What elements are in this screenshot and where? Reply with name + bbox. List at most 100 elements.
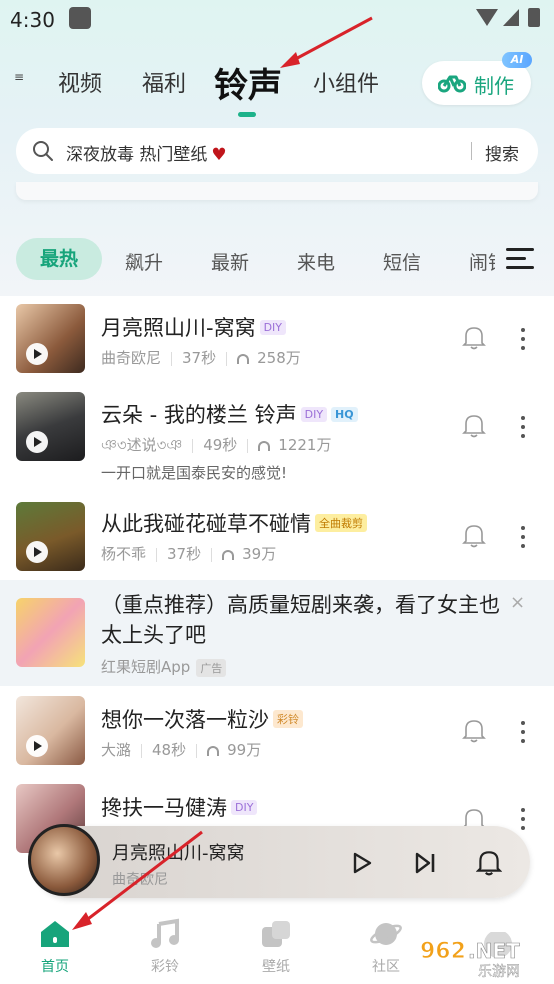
nav-color-ring[interactable]: 彩铃: [110, 906, 220, 984]
category-alarm[interactable]: 闹钟: [469, 248, 495, 275]
search-placeholder: 深夜放毒 热门壁纸: [66, 145, 208, 165]
category-call[interactable]: 来电: [297, 248, 335, 275]
player-cover[interactable]: [28, 824, 100, 896]
song-title: 月亮照山川-窝窝 DIY: [101, 312, 287, 342]
play-icon[interactable]: [26, 541, 48, 563]
ad-image: [16, 598, 85, 667]
song-duration: 37秒: [167, 545, 202, 563]
song-artist: 曲奇欧尼: [101, 349, 162, 367]
close-icon[interactable]: ×: [510, 592, 525, 613]
play-icon[interactable]: [26, 431, 48, 453]
song-title: 从此我碰花碰草不碰情 全曲裁剪: [101, 508, 367, 538]
more-icon[interactable]: [520, 808, 526, 832]
make-button-label: 制作: [474, 74, 514, 98]
play-icon[interactable]: [26, 735, 48, 757]
diy-tag: DIY: [300, 406, 328, 422]
more-icon[interactable]: [520, 416, 526, 440]
nav-home-label: 首页: [41, 959, 69, 975]
nav-wallpaper-label: 壁纸: [262, 959, 290, 975]
list-item[interactable]: 搀扶一马健涛 DIY: [0, 778, 554, 853]
watermark-logo: 962 .NET 乐游网: [420, 930, 520, 980]
song-description: 一开口就是国泰民安的感觉!: [101, 464, 288, 482]
bell-icon[interactable]: [462, 522, 486, 548]
list-item[interactable]: 想你一次落一粒沙 彩铃 大潞 48秒 99万: [0, 686, 554, 778]
wifi-icon: [476, 9, 498, 26]
next-track-icon[interactable]: [414, 852, 436, 874]
drawer-menu-icon[interactable]: ≡: [14, 71, 24, 83]
song-cover: [16, 392, 85, 461]
svg-text:.NET: .NET: [468, 939, 520, 963]
song-artist: 大潞: [101, 741, 132, 759]
song-artist: ঞ৩述说৩ঞ: [101, 436, 183, 454]
song-meta: 大潞 48秒 99万: [101, 739, 261, 760]
song-title-text: 想你一次落一粒沙: [101, 708, 269, 732]
more-icon[interactable]: [520, 721, 526, 745]
song-plays: 1221万: [278, 436, 332, 454]
play-icon[interactable]: [352, 852, 372, 874]
song-title-text: 从此我碰花碰草不碰情: [101, 512, 311, 536]
category-sms[interactable]: 短信: [383, 248, 421, 275]
more-icon[interactable]: [520, 328, 526, 352]
bike-icon: [438, 75, 466, 93]
site-watermark: 962 .NET 乐游网: [412, 930, 552, 980]
song-meta: ঞ৩述说৩ঞ 49秒 1221万: [101, 434, 331, 459]
bell-icon[interactable]: [462, 717, 486, 743]
wallpaper-icon: [262, 921, 290, 947]
tab-widget[interactable]: 小组件: [313, 66, 379, 98]
headphone-icon: [207, 745, 220, 756]
set-ringtone-bell-icon[interactable]: [476, 848, 502, 876]
planet-icon: [370, 923, 402, 945]
diy-tag: DIY: [231, 799, 258, 815]
song-title-text: 云朵 - 我的楼兰 铃声: [101, 403, 297, 427]
more-icon[interactable]: [520, 526, 526, 550]
song-duration: 48秒: [152, 741, 187, 759]
list-item[interactable]: 月亮照山川-窝窝 DIY 曲奇欧尼 37秒 258万: [0, 296, 554, 386]
song-duration: 37秒: [182, 349, 217, 367]
headphone-icon: [237, 353, 250, 364]
play-icon[interactable]: [26, 343, 48, 365]
bell-icon[interactable]: [462, 324, 486, 350]
song-title: 云朵 - 我的楼兰 铃声 DIY HQ: [101, 399, 358, 429]
tab-video[interactable]: 视频: [58, 66, 102, 98]
search-input[interactable]: 深夜放毒 热门壁纸 ♥: [66, 140, 227, 165]
diy-tag: DIY: [259, 319, 287, 335]
full-cut-tag: 全曲裁剪: [315, 514, 367, 532]
nav-wallpaper[interactable]: 壁纸: [221, 906, 331, 984]
category-menu-icon[interactable]: [506, 248, 534, 270]
tab-ringtone[interactable]: 铃声: [214, 58, 282, 107]
search-divider: [471, 142, 472, 160]
ad-title: （重点推荐）高质量短剧来袭，看了女主也太上头了吧: [101, 593, 500, 647]
status-bar: 4:30: [0, 0, 554, 38]
bell-icon[interactable]: [462, 412, 486, 438]
active-tab-indicator: [238, 112, 256, 117]
song-plays: 258万: [257, 349, 301, 367]
song-cover: [16, 696, 85, 765]
list-item[interactable]: 云朵 - 我的楼兰 铃声 DIY HQ ঞ৩述说৩ঞ 49秒 1221万 一开口就是国泰…: [0, 386, 554, 492]
signal-icon: [503, 9, 519, 26]
ad-source: 红果短剧App 广告: [101, 656, 227, 677]
hq-tag: HQ: [331, 406, 358, 422]
music-note-icon: [151, 918, 179, 948]
song-title: 搀扶一马健涛 DIY: [101, 792, 258, 822]
headphone-icon: [258, 440, 271, 451]
ad-card[interactable]: （重点推荐）高质量短剧来袭，看了女主也太上头了吧 红果短剧App 广告 ×: [0, 580, 554, 686]
song-title-text: 月亮照山川-窝窝: [101, 316, 256, 340]
banner-peek: [16, 182, 538, 200]
nav-color-ring-label: 彩铃: [151, 959, 179, 975]
ai-badge: AI: [502, 52, 532, 68]
category-hot[interactable]: 最热: [16, 238, 102, 280]
song-title: 想你一次落一粒沙 彩铃: [101, 704, 303, 734]
nav-home[interactable]: 首页: [0, 906, 110, 984]
mini-player[interactable]: 月亮照山川-窝窝 曲奇欧尼: [28, 824, 530, 898]
category-rising[interactable]: 飙升: [125, 248, 163, 275]
tab-welfare[interactable]: 福利: [142, 66, 186, 98]
list-item[interactable]: 从此我碰花碰草不碰情 全曲裁剪 杨不乖 37秒 39万: [0, 492, 554, 580]
song-plays: 99万: [227, 741, 262, 759]
category-newest[interactable]: 最新: [211, 248, 249, 275]
search-bar[interactable]: 深夜放毒 热门壁纸 ♥ 搜索: [16, 128, 538, 174]
search-button[interactable]: 搜索: [485, 140, 519, 165]
notification-icon: [69, 7, 91, 29]
song-cover: [16, 304, 85, 373]
search-icon: [33, 141, 53, 161]
svg-text:962: 962: [420, 939, 466, 964]
